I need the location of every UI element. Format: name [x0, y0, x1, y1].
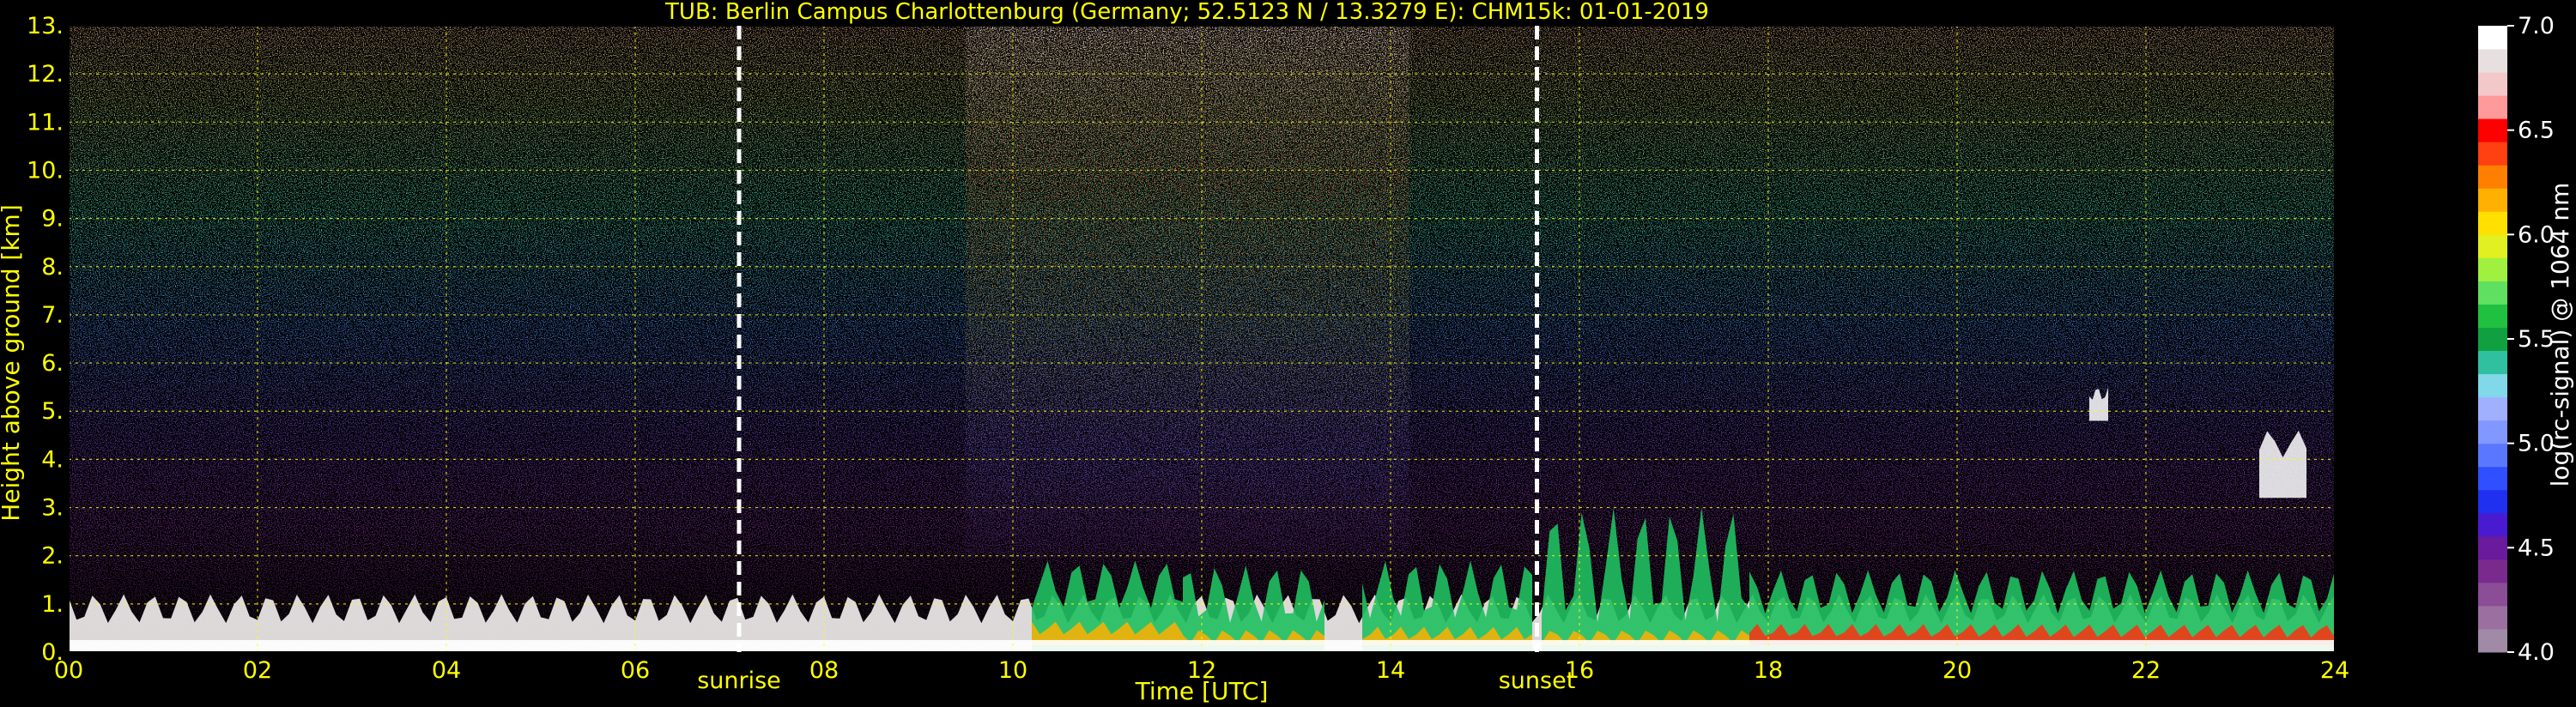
sunrise-label: sunrise: [697, 668, 781, 694]
lidar-figure: 00 02 04 06 08 10 12 14 16 18 20 22 240.1.2.3.4.5.6.…: [0, 0, 2574, 705]
x-axis-label: Time [UTC]: [1135, 677, 1269, 705]
y-tick-4: 4.: [41, 446, 64, 473]
y-tick-13: 13.: [27, 13, 64, 39]
y-axis-label: Height above ground [km]: [0, 204, 25, 522]
colorbar-swatch-10: [2478, 396, 2507, 421]
x-tick-06: 06: [621, 657, 650, 684]
x-tick-18: 18: [1754, 657, 1783, 684]
colorbar-tick-7.0: 7.0: [2518, 13, 2555, 39]
y-tick-11: 11.: [27, 109, 64, 136]
y-tick-12: 12.: [27, 61, 64, 88]
colorbar-swatch-11: [2478, 373, 2507, 398]
chart-title: TUB: Berlin Campus Charlottenburg (Germa…: [664, 0, 1709, 25]
colorbar-swatch-9: [2478, 420, 2507, 444]
y-tick-5: 5.: [41, 398, 64, 425]
x-tick-24: 24: [2320, 657, 2349, 684]
x-tick-20: 20: [1943, 657, 1972, 684]
y-tick-8: 8.: [41, 254, 64, 281]
colorbar-swatch-23: [2478, 95, 2507, 119]
y-tick-2: 2.: [41, 543, 64, 570]
colorbar-swatch-19: [2478, 188, 2507, 212]
plot-area: [69, 26, 2335, 652]
colorbar-swatch-6: [2478, 489, 2507, 514]
y-tick-0: 0.: [41, 639, 64, 666]
colorbar-swatch-8: [2478, 443, 2507, 468]
colorbar-swatch-21: [2478, 142, 2507, 166]
y-tick-6: 6.: [41, 350, 64, 377]
colorbar-tick-4.5: 4.5: [2518, 535, 2555, 561]
colorbar-swatch-18: [2478, 211, 2507, 235]
colorbar-swatch-17: [2478, 234, 2507, 258]
colorbar-tick-4.0: 4.0: [2518, 639, 2555, 666]
colorbar-swatch-7: [2478, 466, 2507, 491]
colorbar-swatch-12: [2478, 350, 2507, 375]
colorbar-swatch-22: [2478, 118, 2507, 142]
colorbar-swatch-24: [2478, 72, 2507, 96]
y-tick-9: 9.: [41, 206, 64, 233]
x-tick-04: 04: [432, 657, 461, 684]
y-tick-1: 1.: [41, 591, 64, 618]
colorbar-swatch-2: [2478, 582, 2507, 607]
colorbar-swatch-0: [2478, 628, 2507, 653]
colorbar-swatch-15: [2478, 281, 2507, 305]
x-tick-14: 14: [1376, 657, 1405, 684]
x-tick-22: 22: [2131, 657, 2161, 684]
daytime-noise-band: [966, 26, 1409, 559]
x-tick-08: 08: [809, 657, 839, 684]
colorbar-swatch-16: [2478, 257, 2507, 281]
colorbar-swatch-26: [2478, 26, 2507, 50]
colorbar-swatch-14: [2478, 304, 2507, 328]
colorbar-label: log(rc-signal) @ 1064 nm: [2546, 183, 2574, 487]
colorbar-swatch-5: [2478, 512, 2507, 537]
y-tick-7: 7.: [41, 302, 64, 329]
x-tick-02: 02: [243, 657, 272, 684]
colorbar-swatch-1: [2478, 605, 2507, 630]
colorbar-swatch-13: [2478, 327, 2507, 352]
colorbar: 4.04.55.05.56.06.57.0: [2478, 13, 2555, 666]
colorbar-swatch-20: [2478, 165, 2507, 189]
y-tick-10: 10.: [27, 157, 64, 184]
colorbar-swatch-3: [2478, 559, 2507, 583]
colorbar-swatch-25: [2478, 49, 2507, 73]
sunset-label: sunset: [1499, 668, 1576, 694]
colorbar-tick-6.5: 6.5: [2518, 118, 2555, 144]
x-tick-10: 10: [998, 657, 1027, 684]
colorbar-swatch-4: [2478, 535, 2507, 560]
y-tick-3: 3.: [41, 495, 64, 522]
